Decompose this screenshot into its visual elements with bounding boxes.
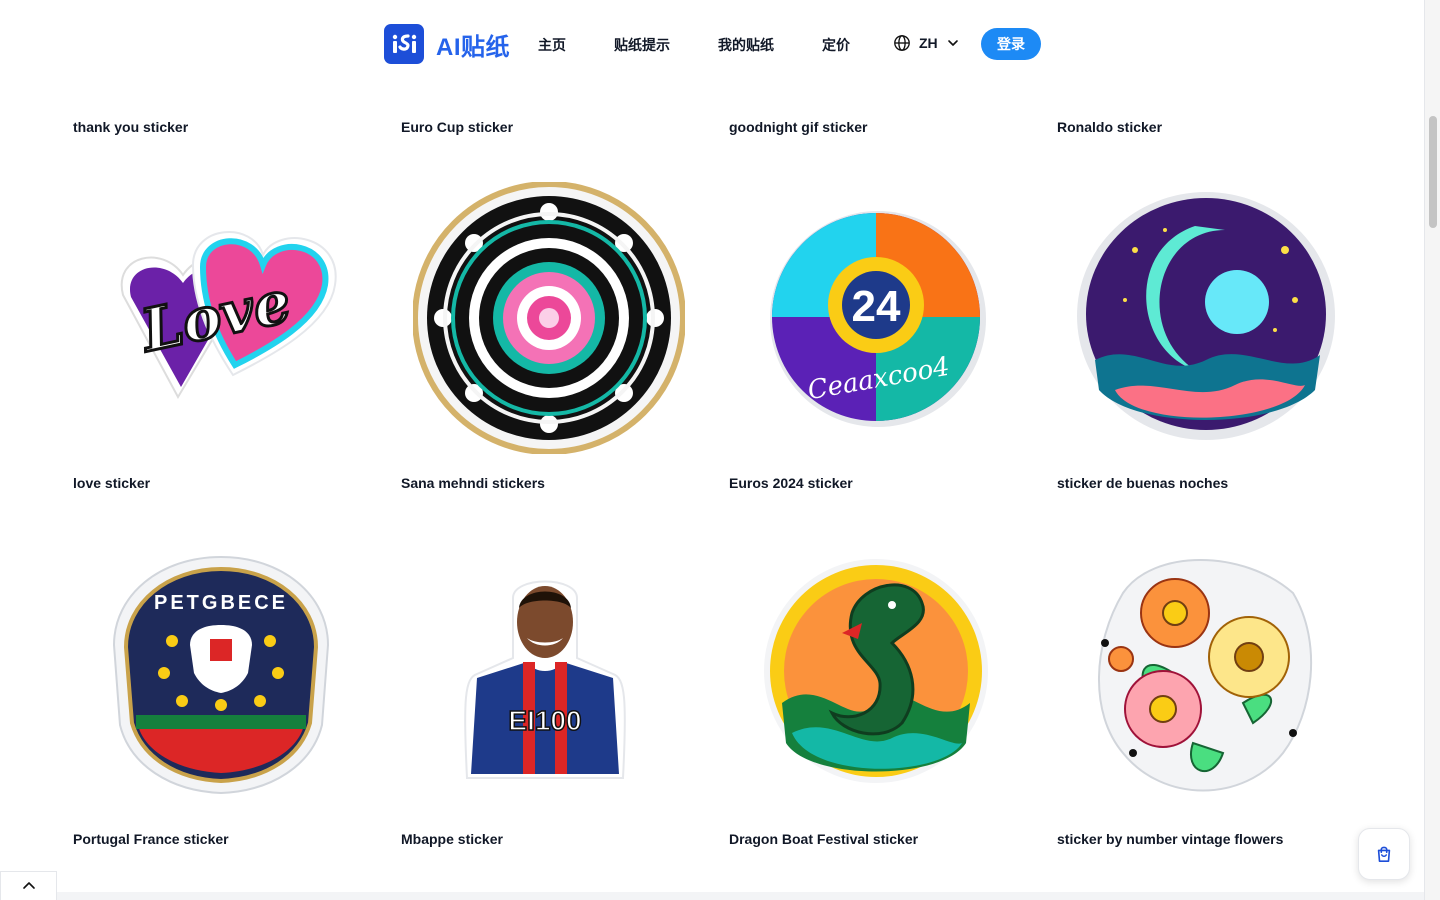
sticker-image-euros-2024[interactable]: 24 Ceaaxcoo4 bbox=[768, 205, 988, 431]
nav-sticker-prompts[interactable]: 贴纸提示 bbox=[614, 35, 670, 55]
language-code: ZH bbox=[919, 35, 938, 51]
sticker-caption[interactable]: goodnight gif sticker bbox=[729, 119, 867, 135]
logo-icon[interactable] bbox=[384, 24, 424, 64]
sticker-image-flowers[interactable] bbox=[1093, 553, 1315, 797]
nav-my-stickers[interactable]: 我的贴纸 bbox=[718, 35, 774, 55]
shield-art-text: PETGBECE bbox=[154, 592, 288, 614]
chevron-down-icon bbox=[947, 40, 958, 46]
sticker-caption[interactable]: Mbappe sticker bbox=[401, 831, 503, 847]
euros-art-number: 24 bbox=[852, 282, 901, 331]
player-jersey-text: EI100 bbox=[508, 705, 581, 736]
sticker-image-player[interactable]: EI100 bbox=[463, 578, 627, 788]
sticker-caption[interactable]: love sticker bbox=[73, 475, 150, 491]
language-selector[interactable]: ZH bbox=[893, 34, 960, 52]
sticker-caption[interactable]: sticker by number vintage flowers bbox=[1057, 831, 1283, 847]
sticker-image-love[interactable]: Love bbox=[103, 225, 343, 405]
sticker-caption[interactable]: thank you sticker bbox=[73, 119, 188, 135]
globe-icon bbox=[894, 35, 910, 51]
brand-name[interactable]: AI贴纸 bbox=[436, 27, 510, 62]
bottom-edge bbox=[57, 892, 1424, 900]
sticker-caption[interactable]: sticker de buenas noches bbox=[1057, 475, 1228, 491]
sticker-image-moon[interactable] bbox=[1075, 190, 1337, 442]
shopping-bag-button[interactable] bbox=[1358, 828, 1410, 880]
sticker-caption[interactable]: Ronaldo sticker bbox=[1057, 119, 1162, 135]
sticker-image-mandala[interactable] bbox=[413, 182, 685, 454]
shopping-bag-icon bbox=[1377, 846, 1391, 863]
nav-pricing[interactable]: 定价 bbox=[822, 35, 850, 55]
scroll-to-top-button[interactable] bbox=[0, 871, 57, 900]
login-button[interactable]: 登录 bbox=[981, 28, 1041, 60]
vertical-scrollbar[interactable] bbox=[1424, 0, 1440, 900]
sticker-image-dragon[interactable] bbox=[762, 553, 990, 789]
nav-home[interactable]: 主页 bbox=[538, 35, 566, 55]
sticker-caption[interactable]: Euro Cup sticker bbox=[401, 119, 513, 135]
sticker-caption[interactable]: Dragon Boat Festival sticker bbox=[729, 831, 918, 847]
top-header: AI贴纸 主页 贴纸提示 我的贴纸 定价 ZH 登录 bbox=[0, 0, 1424, 88]
sticker-caption[interactable]: Portugal France sticker bbox=[73, 831, 229, 847]
sticker-caption[interactable]: Euros 2024 sticker bbox=[729, 475, 853, 491]
chevron-up-icon bbox=[22, 882, 35, 889]
sticker-caption[interactable]: Sana mehndi stickers bbox=[401, 475, 545, 491]
scrollbar-thumb[interactable] bbox=[1429, 116, 1437, 228]
sticker-image-shield[interactable]: PETGBECE bbox=[112, 555, 330, 795]
